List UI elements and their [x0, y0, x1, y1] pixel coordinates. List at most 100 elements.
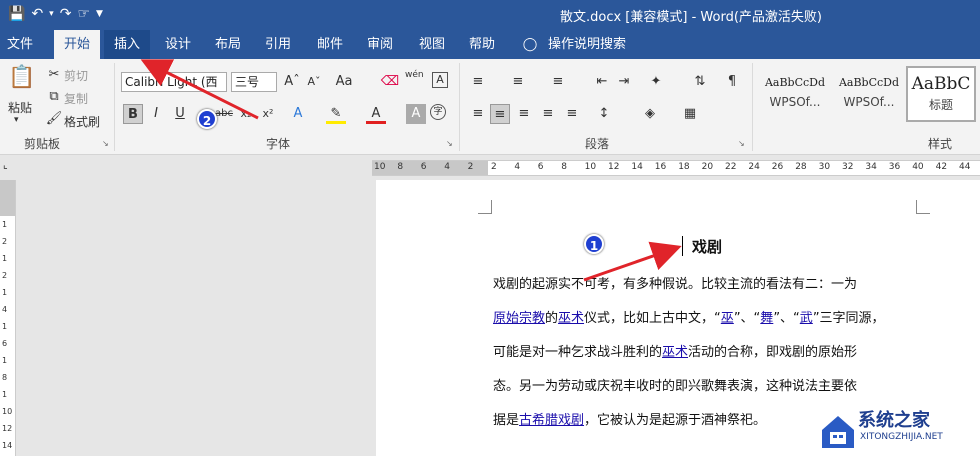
- format-painter-button[interactable]: 格式刷: [64, 113, 100, 130]
- align-left-icon[interactable]: ≡: [468, 104, 488, 124]
- multilevel-list-icon[interactable]: ≡: [548, 72, 568, 92]
- distributed-icon[interactable]: ≡: [562, 104, 582, 124]
- document-title[interactable]: 戏剧: [692, 236, 722, 257]
- ruler-number: 1: [2, 356, 8, 365]
- align-right-icon[interactable]: ≡: [514, 104, 534, 124]
- quick-access-toolbar: 💾 ↶ ▾ ↷ ☞ ▼: [8, 4, 103, 24]
- asian-layout-icon[interactable]: ✦: [646, 72, 666, 92]
- save-icon[interactable]: 💾: [8, 4, 25, 24]
- strikethrough-icon[interactable]: abc: [214, 104, 234, 124]
- font-size-combo[interactable]: 三号: [231, 72, 277, 92]
- tab-references[interactable]: 引用: [256, 30, 300, 59]
- ruler-number: 42: [935, 162, 948, 172]
- paste-dropdown-icon[interactable]: ▾: [14, 115, 19, 125]
- sort-icon[interactable]: ⇅: [690, 72, 710, 92]
- font-color-icon[interactable]: A: [366, 104, 386, 124]
- copy-button[interactable]: 复制: [64, 90, 88, 107]
- text-effects-icon[interactable]: A: [288, 104, 308, 124]
- bold-icon[interactable]: B: [123, 104, 143, 124]
- bullets-icon[interactable]: ≡: [468, 72, 488, 92]
- grow-font-icon[interactable]: Aˆ: [282, 72, 302, 92]
- clipboard-group-label: 剪贴板: [24, 137, 61, 151]
- tab-view[interactable]: 视图: [410, 30, 454, 59]
- cut-button[interactable]: 剪切: [64, 67, 88, 84]
- borders-icon[interactable]: ▦: [680, 104, 700, 124]
- hyperlink[interactable]: 巫术: [558, 311, 584, 326]
- char-shading-icon[interactable]: A: [406, 104, 426, 124]
- highlight-icon[interactable]: ✎: [326, 104, 346, 124]
- font-launcher-icon[interactable]: ↘: [446, 139, 453, 148]
- italic-icon[interactable]: I: [146, 104, 166, 124]
- ruler-number: 10: [2, 407, 13, 416]
- enclose-char-icon[interactable]: 字: [430, 104, 446, 120]
- crop-mark: [916, 200, 930, 214]
- ruler-number: 36: [888, 162, 901, 172]
- paste-button[interactable]: 粘贴: [8, 99, 32, 116]
- paragraph-line: 戏剧的起源实不可考，有多种假说。比较主流的看法有二：一为: [493, 268, 917, 302]
- horizontal-ruler[interactable]: 10 8 6 4 2 2 4 6 8 10 12 14 16 18 20 22 24 26 28 30 32 34 36 40…: [372, 160, 980, 176]
- shading-icon[interactable]: ◈: [640, 104, 660, 124]
- tab-selector[interactable]: ⌞: [0, 156, 16, 180]
- paragraph-launcher-icon[interactable]: ↘: [738, 139, 745, 148]
- font-name-combo[interactable]: Calibri Light (西: [121, 72, 227, 92]
- subscript-icon[interactable]: x₂: [236, 104, 256, 124]
- undo-icon[interactable]: ↶: [31, 4, 43, 24]
- underline-icon[interactable]: U: [170, 104, 190, 124]
- ruler-number: 4: [514, 162, 521, 172]
- style-name: WPSOf...: [769, 95, 821, 109]
- tab-mailings[interactable]: 邮件: [308, 30, 352, 59]
- hyperlink[interactable]: 原始宗教: [493, 311, 545, 326]
- increase-indent-icon[interactable]: ⇥: [614, 72, 634, 92]
- justify-icon[interactable]: ≡: [538, 104, 558, 124]
- customize-icon[interactable]: ▼: [96, 4, 103, 24]
- tab-review[interactable]: 审阅: [358, 30, 402, 59]
- text-run: 仪式，比如上古中文，“: [584, 311, 721, 326]
- style-item-1[interactable]: AaBbCcDd WPSOf...: [760, 66, 830, 122]
- shrink-font-icon[interactable]: Aˇ: [304, 72, 324, 92]
- ruler-number: 16: [654, 162, 667, 172]
- decrease-indent-icon[interactable]: ⇤: [592, 72, 612, 92]
- paste-icon[interactable]: 📋: [8, 65, 35, 91]
- show-marks-icon[interactable]: ¶: [722, 72, 742, 92]
- tab-help[interactable]: 帮助: [460, 30, 504, 59]
- change-case-icon[interactable]: Aa: [334, 72, 354, 92]
- style-item-2[interactable]: AaBbCcDd WPSOf...: [834, 66, 904, 122]
- superscript-icon[interactable]: x²: [258, 104, 278, 124]
- ruler-number: 4: [444, 162, 450, 172]
- tab-layout[interactable]: 布局: [206, 30, 250, 59]
- clipboard-launcher-icon[interactable]: ↘: [102, 139, 109, 148]
- hyperlink[interactable]: 古希腊戏剧: [519, 413, 584, 428]
- hyperlink[interactable]: 舞: [760, 311, 773, 326]
- hyperlink[interactable]: 武: [800, 311, 813, 326]
- redo-icon[interactable]: ↷: [60, 4, 72, 24]
- cut-icon: ✂: [48, 67, 60, 82]
- window-title: 散文.docx [兼容模式] - Word(产品激活失败): [560, 10, 822, 25]
- style-name: 标题: [928, 98, 953, 112]
- style-name: WPSOf...: [843, 95, 895, 109]
- ribbon: 📋 粘贴 ▾ ✂ 剪切 ⧉ 复制 🖌 格式刷 剪贴板 ↘ Calibri Lig…: [0, 59, 980, 155]
- lightbulb-icon: ◯: [522, 37, 538, 52]
- style-item-heading[interactable]: AaBbC 标题: [906, 66, 976, 122]
- text-run: 活动的合称，即戏剧的原始形: [688, 345, 858, 360]
- tab-design[interactable]: 设计: [156, 30, 200, 59]
- line-spacing-icon[interactable]: ↕: [594, 104, 614, 124]
- tab-insert[interactable]: 插入: [104, 30, 150, 59]
- clear-format-icon[interactable]: ⌫: [380, 72, 400, 92]
- undo-dropdown-icon[interactable]: ▾: [49, 4, 54, 24]
- char-border-icon[interactable]: A: [432, 72, 448, 88]
- ruler-number: 8: [2, 373, 8, 382]
- tab-file[interactable]: 文件: [0, 30, 40, 59]
- hyperlink[interactable]: 巫术: [662, 345, 688, 360]
- ruler-number: 12: [2, 424, 13, 433]
- pinyin-guide-label: wén: [405, 70, 424, 80]
- vertical-ruler[interactable]: 1 2 1 2 1 4 1 6 1 8 1 10 12 14: [0, 180, 16, 456]
- tab-home[interactable]: 开始: [54, 30, 100, 59]
- numbering-icon[interactable]: ≡: [508, 72, 528, 92]
- step-badge-2: 2: [197, 109, 217, 129]
- align-center-icon[interactable]: ≡: [490, 104, 510, 124]
- ruler-number: 1: [2, 322, 8, 331]
- paragraph-line: 可能是对一种乞求战斗胜利的巫术活动的合称，即戏剧的原始形: [493, 336, 917, 370]
- tell-me-search[interactable]: 操作说明搜索: [546, 30, 628, 59]
- touch-mode-icon[interactable]: ☞: [77, 4, 90, 24]
- hyperlink[interactable]: 巫: [721, 311, 734, 326]
